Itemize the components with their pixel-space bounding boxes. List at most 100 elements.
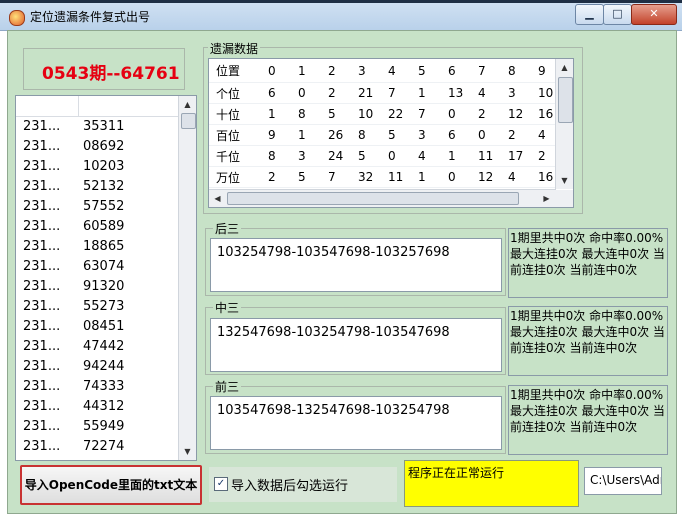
table-cell: 10 [351,103,381,125]
scroll-left-icon[interactable]: ◀ [210,191,225,206]
table-cell: 3 [411,124,441,146]
table-header-cell: 0 [261,59,291,83]
back-three-sequence: 103254798-103547698-103257698 [217,245,450,260]
history-list-header[interactable] [16,96,179,117]
scroll-down-icon[interactable]: ▼ [557,173,572,188]
table-cell: 4 [501,166,531,188]
table-row[interactable]: 个位 6 0 2 21 7 1 13 4 3 10 [209,82,561,104]
list-item-issue: 231... [23,279,61,294]
table-cell: 32 [351,166,381,188]
list-item[interactable]: 231... 18865 [16,236,179,256]
auto-run-checkbox[interactable]: ✓ [214,477,228,491]
scroll-corner [556,190,573,207]
list-item[interactable]: 231... 55273 [16,296,179,316]
path-text: C:\Users\Administrator [590,473,661,487]
window-title: 定位遗漏条件复式出号 [30,10,151,24]
table-cell: 0 [441,166,471,188]
table-cell: 24 [321,145,351,167]
list-item-issue: 231... [23,219,61,234]
list-item-code: 57552 [83,199,125,214]
table-cell: 2 [321,82,351,104]
front-three-stats-text: 1期里共中0次 命中率0.00% 最大连挂0次 最大连中0次 当前连挂0次 当前… [510,388,665,434]
table-cell: 11 [471,145,501,167]
table-cell: 8 [291,103,321,125]
table-row[interactable]: 千位 8 3 24 5 0 4 1 11 17 2 [209,145,561,167]
maximize-button[interactable]: □ [603,4,632,25]
list-item-code: 08692 [83,139,125,154]
grid-vertical-scrollbar[interactable]: ▲ ▼ [555,59,573,189]
missing-data-grid[interactable]: 位置 0 1 2 3 4 5 6 7 8 9 个位 6 0 2 21 7 1 13 4 3 10 十… [208,58,574,208]
scroll-up-icon[interactable]: ▲ [557,60,572,75]
history-scrollbar[interactable]: ▲ ▼ [178,96,196,460]
list-item[interactable]: 231... 44312 [16,396,179,416]
table-row[interactable]: 十位 1 8 5 10 22 7 0 2 12 16 [209,103,561,125]
table-header-cell: 1 [291,59,321,83]
list-item-code: 47442 [83,339,125,354]
table-cell: 0 [381,145,411,167]
front-three-stats: 1期里共中0次 命中率0.00% 最大连挂0次 最大连中0次 当前连挂0次 当前… [508,385,668,455]
table-cell: 6 [261,82,291,104]
list-item[interactable]: 231... 35311 [16,116,179,136]
list-item-code: 55949 [83,419,125,434]
table-cell: 百位 [209,124,261,146]
list-item[interactable]: 231... 57552 [16,196,179,216]
grid-hscroll-thumb[interactable] [227,192,519,205]
table-row[interactable]: 万位 2 5 7 32 11 1 0 12 4 16 [209,166,561,188]
list-item[interactable]: 231... 08692 [16,136,179,156]
status-field: 程序正在正常运行 [404,460,579,507]
list-item-code: 91320 [83,279,125,294]
middle-three-sequence-field[interactable]: 132547698-103254798-103547698 [210,318,502,372]
list-item-issue: 231... [23,239,61,254]
table-cell: 4 [471,82,501,104]
table-header-cell: 3 [351,59,381,83]
scroll-down-icon[interactable]: ▼ [180,444,195,459]
table-cell: 1 [441,145,471,167]
scroll-up-icon[interactable]: ▲ [180,97,195,112]
table-cell: 千位 [209,145,261,167]
table-header-cell: 2 [321,59,351,83]
table-cell: 8 [351,124,381,146]
list-item[interactable]: 231... 08451 [16,316,179,336]
list-item[interactable]: 231... 94244 [16,356,179,376]
list-item-code: 55273 [83,299,125,314]
path-field[interactable]: C:\Users\Administrator [584,467,662,495]
list-item[interactable]: 231... 55949 [16,416,179,436]
list-item[interactable]: 231... 63074 [16,256,179,276]
list-item[interactable]: 231... 47442 [16,336,179,356]
auto-run-option[interactable]: ✓ 导入数据后勾选运行 [209,467,397,502]
table-cell: 4 [411,145,441,167]
import-opencode-button[interactable]: 导入OpenCode里面的txt文本 [20,465,202,505]
history-rows: 231... 35311 231... 08692 231... 10203 231.… [16,116,179,456]
history-scroll-thumb[interactable] [181,113,196,129]
list-item[interactable]: 231... 52132 [16,176,179,196]
table-cell: 17 [501,145,531,167]
list-item-issue: 231... [23,379,61,394]
middle-three-stats-text: 1期里共中0次 命中率0.00% 最大连挂0次 最大连中0次 当前连挂0次 当前… [510,309,665,355]
list-item-code: 60589 [83,219,125,234]
close-button[interactable]: ✕ [631,4,677,25]
table-cell: 1 [261,103,291,125]
back-three-sequence-field[interactable]: 103254798-103547698-103257698 [210,238,502,292]
scroll-right-icon[interactable]: ▶ [539,191,554,206]
middle-three-sequence: 132547698-103254798-103547698 [217,325,450,340]
table-row[interactable]: 百位 9 1 26 8 5 3 6 0 2 4 [209,124,561,146]
list-item[interactable]: 231... 74333 [16,376,179,396]
grid-vscroll-thumb[interactable] [558,77,573,123]
table-cell: 0 [441,103,471,125]
list-item-issue: 231... [23,319,61,334]
list-item-issue: 231... [23,259,61,274]
history-col-issue-header[interactable] [16,96,79,116]
table-cell: 6 [441,124,471,146]
list-item[interactable]: 231... 10203 [16,156,179,176]
list-item[interactable]: 231... 72274 [16,436,179,456]
minimize-button[interactable]: ▁ [575,4,604,25]
list-item[interactable]: 231... 91320 [16,276,179,296]
list-item-issue: 231... [23,299,61,314]
front-three-sequence-field[interactable]: 103547698-132547698-103254798 [210,396,502,450]
history-list[interactable]: 231... 35311 231... 08692 231... 10203 231.… [15,95,197,461]
list-item[interactable]: 231... 60589 [16,216,179,236]
list-item-issue: 231... [23,339,61,354]
table-cell: 2 [471,103,501,125]
grid-horizontal-scrollbar[interactable]: ◀ ▶ [209,189,556,207]
table-header-cell: 4 [381,59,411,83]
